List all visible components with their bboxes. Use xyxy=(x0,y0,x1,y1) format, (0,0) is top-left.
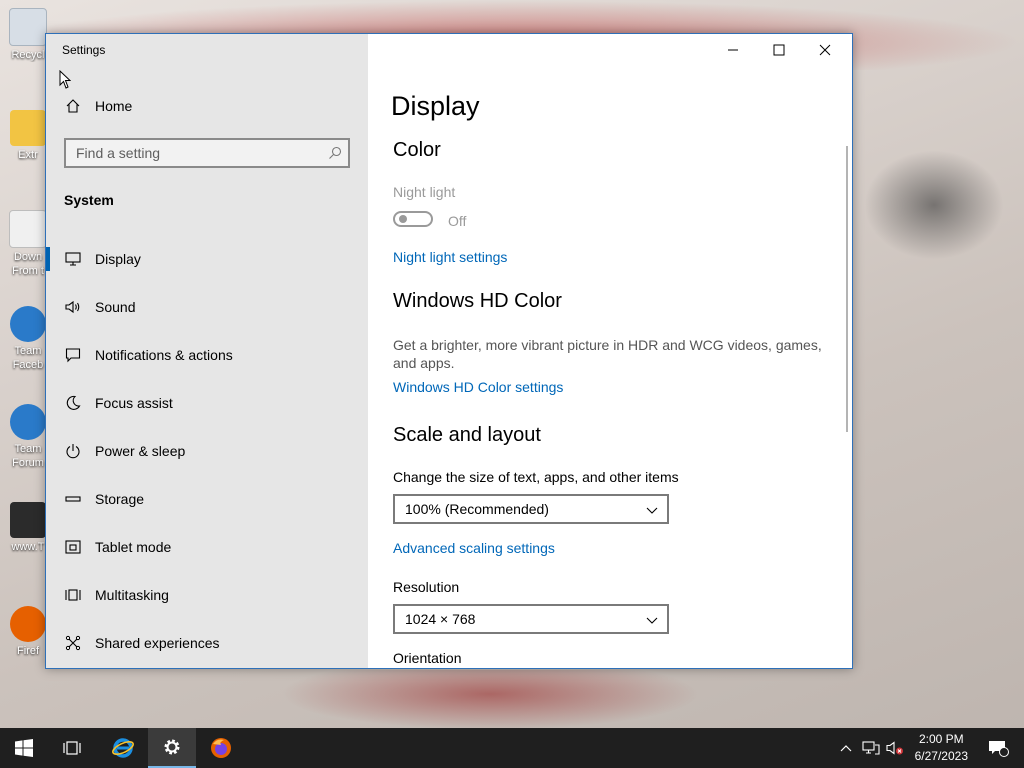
sidebar-item-display[interactable]: Display xyxy=(46,235,368,283)
notification-count: 1 xyxy=(999,740,1005,750)
chevron-down-icon xyxy=(646,617,658,624)
clock[interactable]: 2:00 PM 6/27/2023 xyxy=(915,731,968,765)
volume-button[interactable] xyxy=(884,728,906,768)
sidebar-item-label: Sound xyxy=(95,299,136,315)
hdr-heading: Windows HD Color xyxy=(393,290,562,312)
night-light-toggle[interactable] xyxy=(393,211,433,227)
chevron-down-icon xyxy=(646,507,658,514)
hdr-settings-link[interactable]: Windows HD Color settings xyxy=(393,379,563,395)
speaker-muted-icon xyxy=(886,741,903,755)
firefox-taskbar-button[interactable] xyxy=(197,728,245,768)
wallpaper-shape xyxy=(864,150,1004,260)
mouse-cursor-icon xyxy=(59,70,71,89)
window-title: Settings xyxy=(62,43,106,57)
scale-heading: Scale and layout xyxy=(393,424,541,446)
section-title: System xyxy=(64,192,114,208)
moon-icon xyxy=(64,394,82,412)
sidebar-item-label: Storage xyxy=(95,491,145,507)
power-icon xyxy=(64,442,82,460)
firefox-icon xyxy=(10,606,46,642)
sidebar-item-label: Focus assist xyxy=(95,395,173,411)
orientation-label: Orientation xyxy=(393,650,462,666)
taskbar: 2:00 PM 6/27/2023 1 xyxy=(0,728,1024,768)
resolution-dropdown[interactable]: 1024 × 768 xyxy=(393,604,669,634)
search-box[interactable] xyxy=(64,138,350,168)
sidebar: Home System Display Sound Notifications … xyxy=(46,34,368,668)
task-view-button[interactable] xyxy=(48,728,96,768)
night-light-settings-link[interactable]: Night light settings xyxy=(393,249,507,265)
page-title: Display xyxy=(391,91,480,121)
start-button[interactable] xyxy=(0,728,48,768)
sidebar-nav: Display Sound Notifications & actions Fo… xyxy=(46,235,368,667)
clock-time: 2:00 PM xyxy=(918,732,964,746)
gear-icon xyxy=(10,404,46,440)
home-label: Home xyxy=(95,98,133,114)
sidebar-item-multitasking[interactable]: Multitasking xyxy=(46,571,368,619)
scale-dropdown[interactable]: 100% (Recommended) xyxy=(393,494,669,524)
clock-date: 6/27/2023 xyxy=(914,749,968,763)
gear-icon xyxy=(164,739,180,755)
night-light-state: Off xyxy=(448,213,467,229)
multitasking-icon xyxy=(64,586,82,604)
web-page-icon xyxy=(10,502,46,538)
settings-taskbar-button[interactable] xyxy=(148,728,196,768)
notification-icon xyxy=(989,741,1009,757)
hdr-description: Get a brighter, more vibrant picture in … xyxy=(393,337,822,371)
internet-explorer-icon xyxy=(112,738,134,758)
folder-icon xyxy=(10,110,46,146)
task-view-icon xyxy=(63,741,81,755)
speaker-icon xyxy=(64,298,82,316)
sidebar-item-focus-assist[interactable]: Focus assist xyxy=(46,379,368,427)
home-button[interactable]: Home xyxy=(65,98,132,114)
notification-icon xyxy=(64,346,82,364)
recycle-bin-icon xyxy=(9,8,47,46)
color-heading: Color xyxy=(393,139,441,161)
sidebar-item-storage[interactable]: Storage xyxy=(46,475,368,523)
scale-label: Change the size of text, apps, and other… xyxy=(393,469,679,485)
tablet-icon xyxy=(64,538,82,556)
storage-icon xyxy=(64,490,82,508)
scale-value: 100% (Recommended) xyxy=(405,501,549,517)
sidebar-item-label: Tablet mode xyxy=(95,539,172,555)
sidebar-item-label: Power & sleep xyxy=(95,443,186,459)
network-icon xyxy=(862,741,880,755)
document-icon xyxy=(9,210,47,248)
gear-icon xyxy=(10,306,46,342)
settings-window: Home System Display Sound Notifications … xyxy=(45,33,853,669)
network-button[interactable] xyxy=(860,728,882,768)
wallpaper-bottom xyxy=(280,670,700,730)
sidebar-item-power-sleep[interactable]: Power & sleep xyxy=(46,427,368,475)
scrollbar[interactable] xyxy=(846,146,848,432)
sidebar-item-label: Notifications & actions xyxy=(95,347,233,363)
resolution-value: 1024 × 768 xyxy=(405,611,476,627)
sidebar-item-label: Shared experiences xyxy=(95,635,220,651)
search-icon[interactable] xyxy=(328,146,342,160)
windows-logo-icon xyxy=(15,739,33,757)
chevron-up-icon xyxy=(840,745,852,752)
main-content: Display Color Night light Off Night ligh… xyxy=(391,34,852,668)
shared-icon xyxy=(64,634,82,652)
search-input[interactable] xyxy=(66,140,326,166)
sidebar-item-tablet-mode[interactable]: Tablet mode xyxy=(46,523,368,571)
show-hidden-icons-button[interactable] xyxy=(836,728,856,768)
action-center-button[interactable]: 1 xyxy=(978,728,1018,768)
advanced-scaling-link[interactable]: Advanced scaling settings xyxy=(393,540,555,556)
night-light-label: Night light xyxy=(393,184,456,200)
firefox-icon xyxy=(211,738,231,758)
sidebar-item-label: Multitasking xyxy=(95,587,169,603)
sidebar-item-notifications[interactable]: Notifications & actions xyxy=(46,331,368,379)
resolution-label: Resolution xyxy=(393,579,460,595)
home-icon xyxy=(66,99,80,113)
internet-explorer-button[interactable] xyxy=(99,728,147,768)
toggle-knob xyxy=(399,215,407,223)
sidebar-item-shared-experiences[interactable]: Shared experiences xyxy=(46,619,368,667)
monitor-icon xyxy=(64,250,82,268)
sidebar-item-sound[interactable]: Sound xyxy=(46,283,368,331)
sidebar-item-label: Display xyxy=(95,251,141,267)
